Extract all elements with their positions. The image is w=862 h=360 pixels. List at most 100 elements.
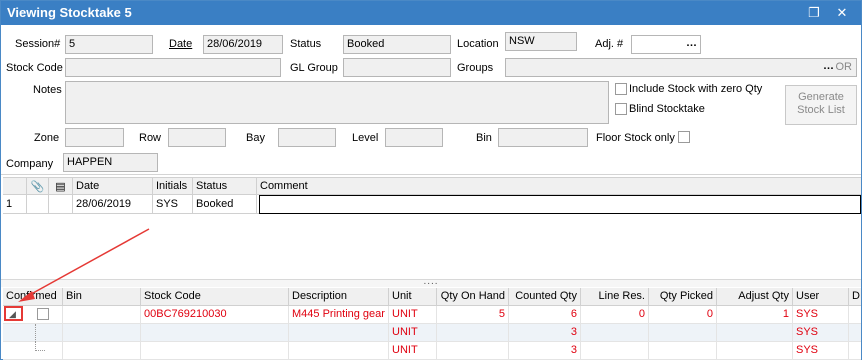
row-status: Booked [193, 195, 257, 214]
notes-field[interactable] [65, 81, 609, 124]
level-label: Level [352, 132, 379, 144]
bin-cell [63, 342, 141, 360]
user-cell: SYS [793, 324, 849, 342]
col-row-num [3, 178, 27, 195]
groups-or-label: OR [835, 61, 853, 73]
title-bar: Viewing Stocktake 5 ❐ ✕ [1, 1, 861, 25]
gl-group-label: GL Group [290, 62, 338, 74]
bay-label: Bay [246, 132, 265, 144]
level-field[interactable] [385, 128, 443, 147]
col-initials[interactable]: Initials [153, 178, 193, 195]
adj-lookup-icon[interactable]: … [686, 37, 697, 49]
col-adjust-qty[interactable]: Adjust Qty [717, 288, 793, 306]
restore-icon[interactable]: ❐ [805, 4, 823, 22]
upper-grid-header: 📎 ▤ Date Initials Status Comment [3, 177, 861, 195]
bin-cell [63, 324, 141, 342]
tree-line [35, 324, 36, 342]
line-res-cell: 0 [581, 306, 649, 324]
table-row[interactable]: UNIT 3 SYS [3, 324, 861, 342]
col-qty-on-hand[interactable]: Qty On Hand [437, 288, 509, 306]
table-row[interactable]: ◢ 00BC769210030 M445 Printing gear UNIT … [3, 306, 861, 324]
generate-stock-list-button[interactable]: Generate Stock List [785, 85, 857, 125]
user-cell: SYS [793, 342, 849, 360]
attachment-icon[interactable]: 📎 [27, 178, 49, 195]
bin-field[interactable] [498, 128, 588, 147]
col-confirmed[interactable]: Confirmed [3, 288, 63, 306]
unit-cell: UNIT [389, 324, 437, 342]
stock-code-cell [141, 324, 289, 342]
col-line-res[interactable]: Line Res. [581, 288, 649, 306]
tree-line-cell [3, 324, 63, 342]
blind-stocktake-checkbox[interactable] [615, 103, 627, 115]
description-cell [289, 324, 389, 342]
col-unit[interactable]: Unit [389, 288, 437, 306]
qty-picked-cell [649, 324, 717, 342]
company-label: Company [6, 158, 54, 170]
row-attachment [27, 195, 49, 214]
adj-field[interactable]: … [631, 35, 701, 54]
col-qty-picked[interactable]: Qty Picked [649, 288, 717, 306]
date-label[interactable]: Date [169, 38, 192, 50]
qty-picked-cell [649, 342, 717, 360]
comment-editor[interactable] [259, 195, 861, 214]
line-res-cell [581, 324, 649, 342]
tree-line [35, 342, 45, 351]
counted-qty-cell: 3 [509, 342, 581, 360]
col-status[interactable]: Status [193, 178, 257, 195]
adjust-qty-cell: 1 [717, 306, 793, 324]
annotation-highlight-box [4, 306, 23, 321]
stock-code-field[interactable] [65, 58, 281, 77]
col-counted-qty[interactable]: Counted Qty [509, 288, 581, 306]
bin-cell [63, 306, 141, 324]
col-user[interactable]: User [793, 288, 849, 306]
col-bin[interactable]: Bin [63, 288, 141, 306]
close-icon[interactable]: ✕ [833, 4, 851, 22]
col-description[interactable]: Description [289, 288, 389, 306]
session-field[interactable]: 5 [65, 35, 153, 54]
groups-lookup-icon[interactable]: … [823, 60, 834, 72]
bay-field[interactable] [278, 128, 336, 147]
table-row[interactable]: UNIT 3 SYS [3, 342, 861, 360]
groups-field[interactable]: … OR [505, 58, 857, 77]
row-date: 28/06/2019 [73, 195, 153, 214]
user-cell: SYS [793, 306, 849, 324]
location-label: Location [457, 38, 499, 50]
note-icon[interactable]: ▤ [49, 178, 73, 195]
col-date[interactable]: Date [73, 178, 153, 195]
groups-label: Groups [457, 62, 494, 74]
status-field[interactable]: Booked [343, 35, 451, 54]
table-row[interactable]: 1 28/06/2019 SYS Booked [3, 195, 861, 214]
zone-field[interactable] [65, 128, 124, 147]
floor-stock-label: Floor Stock only [596, 132, 675, 144]
stocktake-window: Viewing Stocktake 5 ❐ ✕ Session# 5 Date … [0, 0, 862, 360]
row-field[interactable] [168, 128, 226, 147]
tree-line-cell [3, 342, 63, 360]
adj-label: Adj. # [595, 38, 624, 50]
qty-on-hand-cell: 5 [437, 306, 509, 324]
location-field[interactable]: NSW [505, 32, 577, 51]
col-d[interactable]: D [849, 288, 861, 306]
form-separator [1, 174, 861, 175]
splitter-handle[interactable]: .... [1, 277, 861, 287]
row-label: Row [139, 132, 162, 144]
qty-picked-cell: 0 [649, 306, 717, 324]
include-zero-checkbox[interactable] [615, 83, 627, 95]
gl-group-field[interactable] [343, 58, 451, 77]
status-label: Status [290, 38, 322, 50]
floor-stock-checkbox[interactable] [678, 131, 690, 143]
stock-code-cell: 00BC769210030 [141, 306, 289, 324]
confirmed-checkbox[interactable] [37, 308, 49, 320]
stock-code-label: Stock Code [6, 62, 63, 74]
adjust-qty-cell [717, 324, 793, 342]
row-num: 1 [3, 195, 27, 214]
date-field[interactable]: 28/06/2019 [203, 35, 283, 54]
company-field[interactable]: HAPPEN [63, 153, 158, 172]
stock-code-cell [141, 342, 289, 360]
col-comment[interactable]: Comment [257, 178, 861, 195]
include-zero-label: Include Stock with zero Qty [629, 83, 763, 95]
counted-qty-cell: 6 [509, 306, 581, 324]
line-res-cell [581, 342, 649, 360]
session-label: Session# [15, 38, 61, 50]
unit-cell: UNIT [389, 306, 437, 324]
col-stock-code[interactable]: Stock Code [141, 288, 289, 306]
